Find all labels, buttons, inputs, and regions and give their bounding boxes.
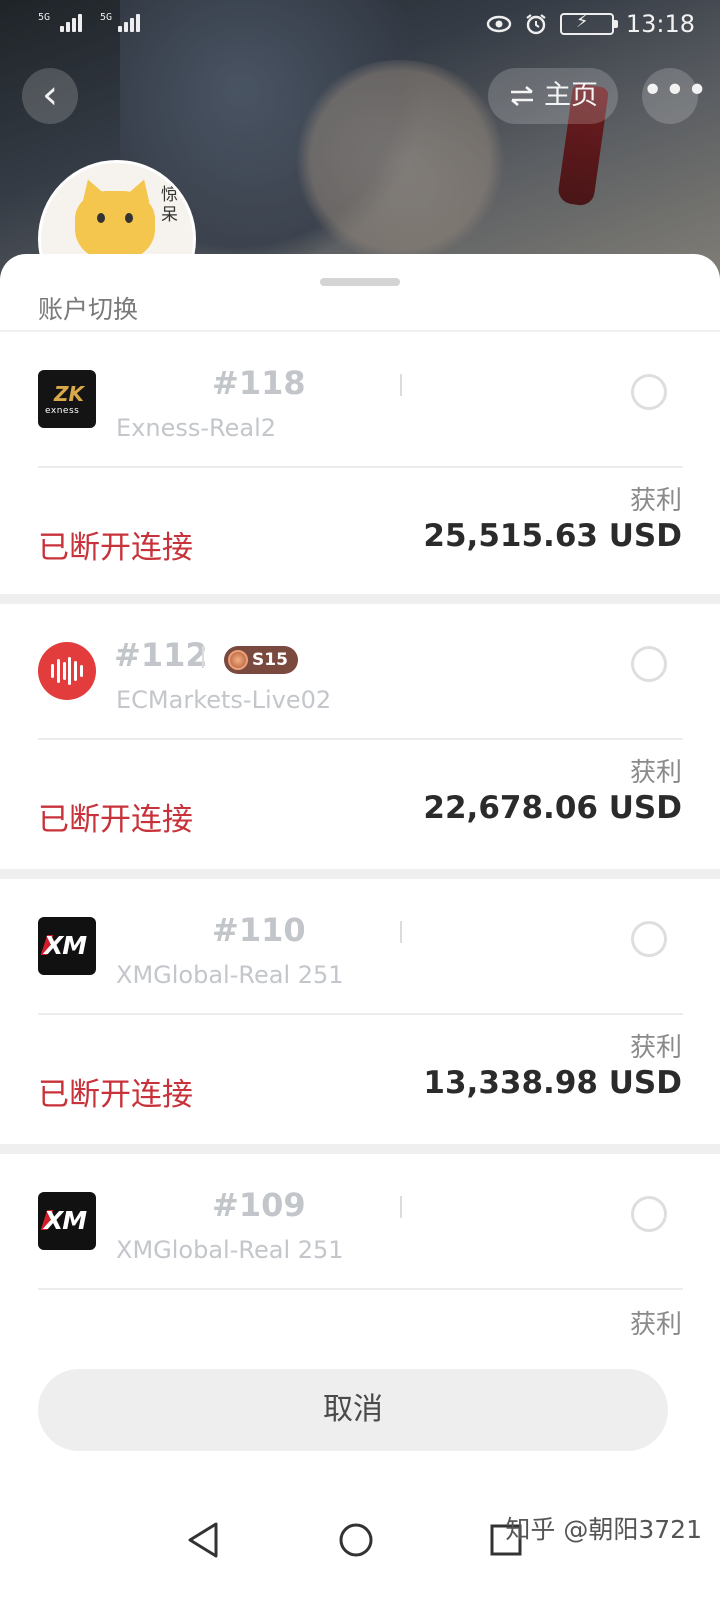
profit-label: 获利: [629, 758, 682, 788]
xm-logo: XM: [38, 917, 96, 975]
alarm-icon: [526, 14, 546, 35]
medal-icon: [228, 650, 248, 670]
connection-status: 已断开连接: [38, 530, 193, 566]
sim1-signal-icon: [60, 12, 82, 32]
chevron-left-icon: ‹: [42, 72, 58, 118]
cat-face-illustration: [75, 191, 155, 261]
connection-status: 已断开连接: [38, 802, 193, 838]
section-separator: [0, 594, 720, 604]
profit-label: 获利: [629, 1310, 682, 1340]
status-bar-right: ⚡ 13:18: [486, 10, 695, 38]
sheet-drag-handle[interactable]: [320, 278, 400, 286]
sim2-signal-icon: [118, 12, 140, 32]
exness-logo: ZK exness: [38, 370, 96, 428]
profit-value: 13,338.98 USD: [423, 1065, 682, 1101]
divider: [202, 646, 204, 668]
account-server: Exness-Real2: [116, 414, 277, 442]
account-server: ECMarkets-Live02: [116, 686, 332, 714]
divider: [38, 466, 683, 468]
sim2-signal-label: 5G: [100, 12, 113, 23]
system-back-button[interactable]: [176, 1510, 236, 1570]
battery-charging-icon: ⚡: [559, 11, 618, 35]
profit-label: 获利: [629, 486, 682, 516]
back-button[interactable]: ‹: [22, 68, 78, 124]
more-button[interactable]: •••: [642, 68, 708, 124]
swap-icon: [511, 86, 533, 106]
status-time: 13:18: [625, 10, 695, 38]
account-select-radio[interactable]: [631, 374, 667, 410]
section-separator: [0, 1144, 720, 1154]
account-select-radio[interactable]: [631, 1196, 667, 1232]
season-badge-label: S15: [252, 650, 288, 670]
system-home-button[interactable]: [326, 1510, 386, 1570]
account-server: XMGlobal-Real 251: [116, 1236, 344, 1264]
account-switch-sheet: 账户切换 ZK exness #118 Exness-Real2 已断开连接 获…: [0, 254, 720, 1600]
divider: [400, 1196, 402, 1218]
home-button-label: 主页: [544, 80, 598, 111]
divider: [38, 1288, 683, 1290]
account-select-radio[interactable]: [631, 646, 667, 682]
divider: [400, 921, 402, 943]
triangle-back-icon: [188, 1522, 218, 1558]
account-number: #110: [212, 911, 306, 949]
section-separator: [0, 869, 720, 879]
season-badge: S15: [224, 646, 298, 674]
circle-home-icon: [339, 1523, 373, 1557]
connection-status: 已断开连接: [38, 1077, 193, 1113]
ecmarkets-logo: [38, 642, 96, 700]
account-number: #118: [212, 364, 306, 402]
account-server: XMGlobal-Real 251: [116, 961, 344, 989]
home-button[interactable]: 主页: [488, 68, 618, 124]
eye-icon: [486, 15, 512, 33]
divider: [400, 374, 402, 396]
status-bar: 5G 5G ⚡ 13:18: [0, 0, 720, 48]
divider: [38, 738, 683, 740]
xm-logo: XM: [38, 1192, 96, 1250]
account-number: #109: [212, 1186, 306, 1224]
avatar-caption: 惊呆: [161, 185, 178, 225]
account-number: #112: [114, 636, 208, 674]
sim1-signal-label: 5G: [38, 12, 51, 23]
account-item-118[interactable]: ZK exness #118 Exness-Real2 已断开连接 获利 25,…: [0, 332, 720, 597]
account-item-110[interactable]: XM #110 XMGlobal-Real 251 已断开连接 获利 13,33…: [0, 879, 720, 1144]
cancel-button[interactable]: 取消: [38, 1369, 668, 1451]
more-dots-icon: •••: [642, 70, 709, 111]
account-select-radio[interactable]: [631, 921, 667, 957]
profit-value: 25,515.63 USD: [423, 518, 682, 554]
divider: [38, 1013, 683, 1015]
profit-value: 22,678.06 USD: [423, 790, 682, 826]
sheet-title: 账户切换: [38, 295, 139, 324]
watermark-text: 知乎 @朝阳3721: [505, 1515, 702, 1544]
account-item-112[interactable]: #112 S15 ECMarkets-Live02 已断开连接 获利 22,67…: [0, 604, 720, 869]
profit-label: 获利: [629, 1033, 682, 1063]
